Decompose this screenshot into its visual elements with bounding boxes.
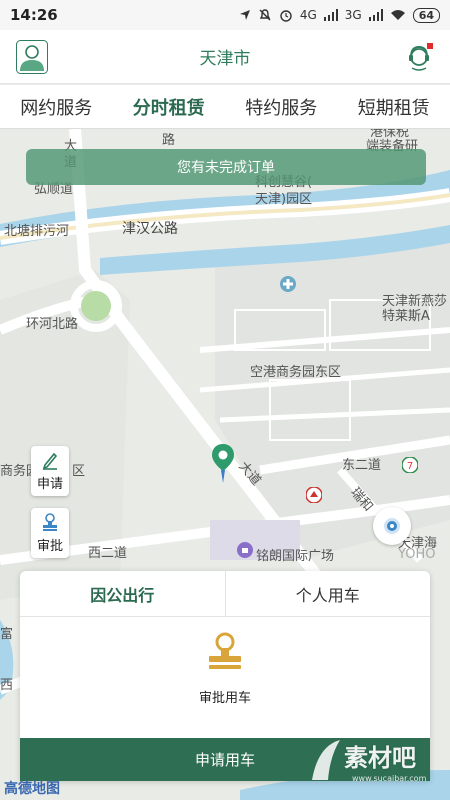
mute-bell-icon xyxy=(259,9,271,21)
unfinished-order-banner[interactable]: 您有未完成订单 xyxy=(26,149,426,185)
status-icons: 4G 3G 64 xyxy=(239,7,440,23)
customer-service-icon[interactable] xyxy=(406,42,434,72)
target-location-icon xyxy=(384,518,400,534)
watermark: 素材吧 www.sucaibar.com xyxy=(308,732,428,792)
tab-business-trip[interactable]: 因公出行 xyxy=(20,571,226,616)
navigation-arrow-icon xyxy=(239,10,250,20)
map-label: YOHO xyxy=(398,547,436,562)
user-avatar-icon[interactable] xyxy=(16,40,48,74)
svg-text:7: 7 xyxy=(407,461,413,472)
apply-side-label: 申请 xyxy=(36,477,63,492)
approval-stamp-icon xyxy=(209,632,241,669)
hospital-poi-icon[interactable] xyxy=(280,276,296,292)
trip-type-tabs: 因公出行 个人用车 xyxy=(20,571,430,617)
convenience-store-icon[interactable]: 7 xyxy=(402,457,418,473)
map-label: 西二道 xyxy=(88,546,128,561)
wifi-icon xyxy=(390,10,405,20)
approve-side-button[interactable]: 审批 xyxy=(31,508,69,558)
battery-indicator: 64 xyxy=(412,7,440,23)
tab-ride-hailing[interactable]: 网约服务 xyxy=(0,85,113,128)
location-pin-icon[interactable] xyxy=(212,444,234,484)
approve-side-label: 审批 xyxy=(36,539,63,554)
map-label: 津汉公路 xyxy=(122,221,178,237)
tab-short-term-rental[interactable]: 短期租赁 xyxy=(338,85,450,128)
map-label: 西 xyxy=(0,678,14,693)
map-label: 北塘排污河 xyxy=(4,224,70,239)
map-label: 空港商务园东区 xyxy=(250,365,342,380)
locate-me-button[interactable] xyxy=(373,507,411,545)
apply-side-button[interactable]: 申请 xyxy=(31,446,69,496)
signal-4g-label: 4G xyxy=(299,8,317,22)
map-label: 区 xyxy=(72,464,86,479)
approve-car-option[interactable]: 审批用车 xyxy=(20,631,430,706)
signal-bars-icon xyxy=(323,9,338,21)
map-label: 东二道 xyxy=(342,458,382,473)
map-label: 环河北路 xyxy=(26,317,79,332)
approve-car-label: 审批用车 xyxy=(198,691,251,706)
signal-bars-icon xyxy=(368,9,383,21)
watermark-logo-icon xyxy=(312,740,340,780)
app-header: 天津市 xyxy=(0,30,450,84)
map-label: 路 xyxy=(162,133,176,148)
shopping-poi-icon[interactable] xyxy=(237,542,253,558)
map-label: 富 xyxy=(0,627,14,642)
restaurant-poi-icon[interactable] xyxy=(306,487,322,503)
stamp-icon xyxy=(43,513,57,531)
tab-special-service[interactable]: 特约服务 xyxy=(225,85,338,128)
status-bar: 14:26 4G 3G 64 xyxy=(0,0,450,30)
status-time: 14:26 xyxy=(10,6,58,24)
edit-pen-icon xyxy=(42,452,58,470)
tab-personal-use[interactable]: 个人用车 xyxy=(226,571,431,616)
tab-time-share-rental[interactable]: 分时租赁 xyxy=(113,85,226,128)
service-tabs: 网约服务 分时租赁 特约服务 短期租赁 xyxy=(0,85,450,129)
map-label: 天津)园区 xyxy=(255,192,313,207)
signal-3g-label: 3G xyxy=(344,8,362,22)
alarm-clock-icon xyxy=(280,10,292,22)
map-label: 特莱斯A xyxy=(382,309,430,324)
map-provider-logo: 高德地图 xyxy=(4,781,60,797)
map-label: 铭朗国际广场 xyxy=(256,549,335,564)
watermark-url: www.sucaibar.com xyxy=(352,774,427,783)
city-title[interactable]: 天津市 xyxy=(200,44,251,69)
watermark-brand: 素材吧 xyxy=(344,744,416,772)
